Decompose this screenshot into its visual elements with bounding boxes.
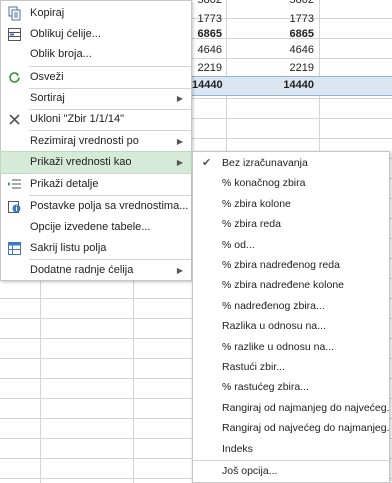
menu-item-label: Oblik broja... [30,48,92,60]
submenu-item-label: Rastući zbir... [222,361,286,373]
menu-item-label: Opcije izvedene tabele... [30,221,151,233]
submenu-item-running-total[interactable]: Rastući zbir... [193,357,389,377]
submenu-item-label: % konačnog zbira [222,177,306,190]
context-menu: Kopiraj Oblikuj ćelije... Oblik broja...… [0,0,192,281]
menu-item-show-details[interactable]: Prikaži detalje [1,174,191,195]
menu-item-label: Osveži [30,71,64,83]
menu-item-hide-field-list[interactable]: Sakrij listu polja [1,238,191,259]
refresh-icon [7,70,22,85]
submenu-item-percent-parent-row[interactable]: % zbira nadređenog reda [193,255,389,275]
cell-value[interactable]: 5802 [192,0,222,9]
submenu-item-percent-running-total[interactable]: % rastućeg zbira... [193,377,389,397]
submenu-item-percent-parent-column[interactable]: % zbira nadređene kolone [193,275,389,295]
format-cells-icon [7,27,22,42]
submenu-arrow-icon: ▶ [176,137,183,146]
cell-value[interactable]: 14440 [192,76,223,94]
menu-item-number-format[interactable]: Oblik broja... [1,44,191,65]
submenu-item-percent-of[interactable]: % od... [193,235,389,255]
checkmark-icon: ✔ [202,157,212,169]
show-details-icon [7,177,22,192]
submenu-item-no-calculation[interactable]: ✔ Bez izračunavanja [193,153,389,173]
submenu-item-label: % zbira reda [222,218,281,231]
menu-item-label: Prikaži detalje [30,178,99,190]
menu-item-label: Rezimiraj vrednosti po [30,135,139,147]
submenu-item-label: Bez izračunavanja [222,157,308,169]
menu-item-pivot-options[interactable]: Opcije izvedene tabele... [1,217,191,238]
submenu-item-rank-largest-to-smallest[interactable]: Rangiraj od najvećeg do najmanjeg... [193,418,389,438]
menu-item-remove[interactable]: Ukloni "Zbir 1/1/14" [1,109,191,130]
cell-value[interactable]: 5802 [280,0,314,9]
menu-item-label: Postavke polja sa vrednostima... [30,200,189,212]
menu-item-label: Sortiraj [30,92,65,104]
menu-item-label: Oblikuj ćelije... [30,28,101,40]
remove-icon [7,112,22,127]
submenu-item-label: Razlika u odnosu na... [222,320,326,333]
submenu-item-label: % zbira kolone [222,197,291,210]
submenu-item-label: % razlike u odnosu na... [222,340,335,353]
menu-item-value-field-settings[interactable]: i Postavke polja sa vrednostima... [1,196,191,217]
submenu-item-label: % zbira nadređene kolone [222,279,345,292]
menu-item-label: Ukloni "Zbir 1/1/14" [30,113,125,125]
menu-item-additional-actions[interactable]: Dodatne radnje ćelija ▶ [1,260,191,281]
submenu-item-more-options[interactable]: Još opcija... [193,460,389,481]
menu-item-copy[interactable]: Kopiraj [1,3,191,24]
menu-item-show-values-as[interactable]: Prikaži vrednosti kao ▶ [0,151,192,174]
menu-item-refresh[interactable]: Osveži [1,67,191,88]
submenu-item-percent-column-total[interactable]: % zbira kolone [193,194,389,214]
cell-value[interactable]: 2219 [280,59,314,77]
submenu-item-label: Indeks [222,442,253,455]
menu-item-label: Prikaži vrednosti kao [30,156,132,168]
submenu-arrow-icon: ▶ [176,158,183,167]
submenu-item-label: Još opcija... [222,465,278,477]
cell-value[interactable]: 4646 [280,41,314,59]
submenu-item-index[interactable]: Indeks [193,439,389,459]
menu-item-summarize-values[interactable]: Rezimiraj vrednosti po ▶ [1,131,191,152]
field-settings-icon: i [7,199,22,214]
menu-item-label: Dodatne radnje ćelija [30,264,134,276]
menu-item-label: Sakrij listu polja [30,242,107,254]
submenu-arrow-icon: ▶ [176,266,183,275]
submenu-item-label: % rastućeg zbira... [222,381,309,394]
cell-value[interactable]: 14440 [280,76,314,94]
submenu-item-label: % nadređenog zbira... [222,299,325,312]
submenu-item-label: % od... [222,238,255,251]
copy-icon [7,6,22,21]
submenu-item-label: Rangiraj od najvećeg do najmanjeg... [222,422,390,435]
submenu-item-rank-smallest-to-largest[interactable]: Rangiraj od najmanjeg do najvećeg... [193,398,389,418]
svg-text:i: i [16,206,18,213]
cell-value[interactable]: 4646 [192,41,222,59]
menu-item-label: Kopiraj [30,7,65,19]
show-values-as-submenu: ✔ Bez izračunavanja % konačnog zbira % z… [192,151,390,483]
submenu-item-difference-from[interactable]: Razlika u odnosu na... [193,316,389,336]
submenu-item-percent-parent-total[interactable]: % nadređenog zbira... [193,296,389,316]
cell-value[interactable]: 2219 [192,59,222,77]
submenu-item-label: Rangiraj od najmanjeg do najvećeg... [222,401,390,414]
submenu-item-percent-row-total[interactable]: % zbira reda [193,214,389,234]
submenu-arrow-icon: ▶ [176,94,183,103]
field-list-icon [7,241,22,256]
menu-item-format-cells[interactable]: Oblikuj ćelije... [1,24,191,45]
submenu-item-percent-grand-total[interactable]: % konačnog zbira [193,173,389,193]
submenu-item-percent-difference-from[interactable]: % razlike u odnosu na... [193,337,389,357]
menu-item-sort[interactable]: Sortiraj ▶ [1,88,191,109]
submenu-item-label: % zbira nadređenog reda [222,259,340,271]
